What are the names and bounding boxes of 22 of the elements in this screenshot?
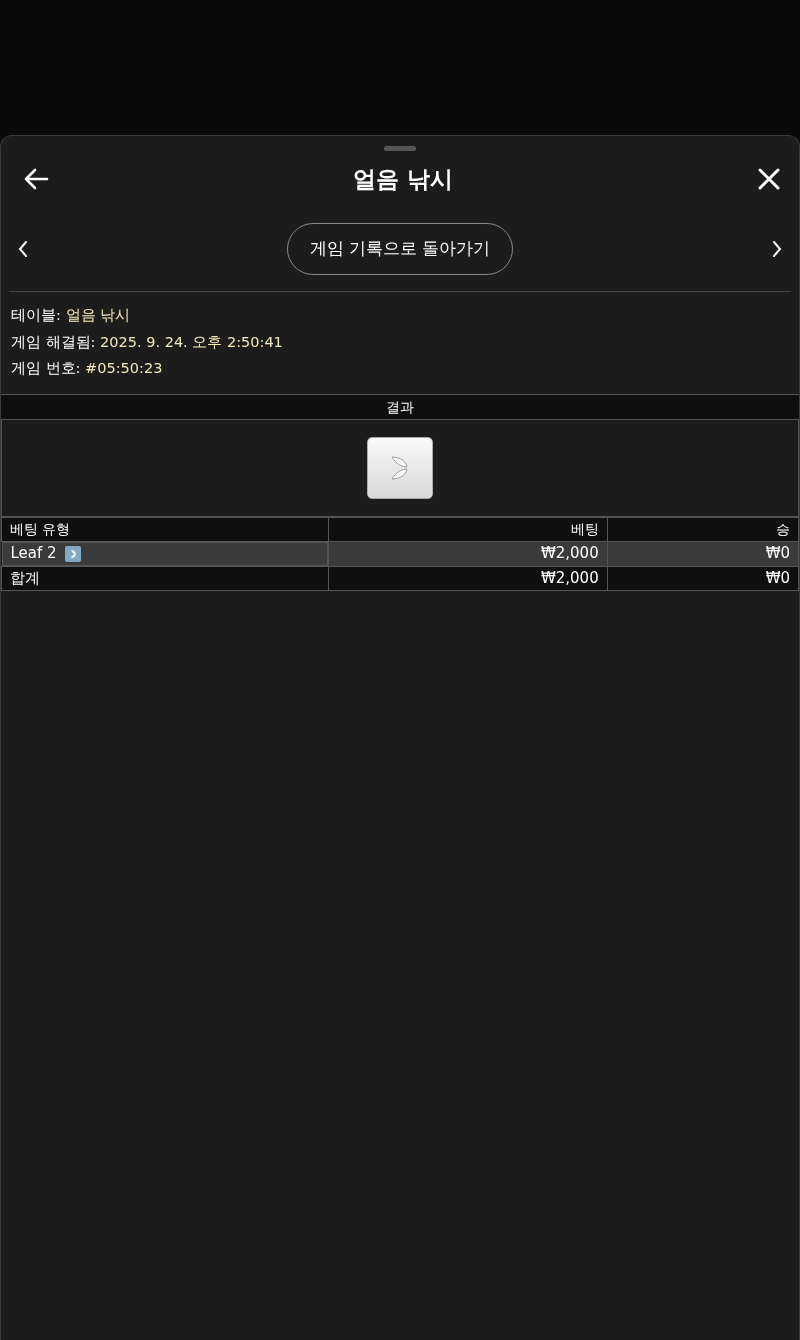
- result-heading: 결과: [1, 393, 799, 419]
- column-header: 베팅 유형: [1, 517, 329, 541]
- column-header: 베팅: [328, 517, 608, 541]
- info-label: 테이블:: [11, 307, 61, 323]
- previous-button[interactable]: [17, 240, 29, 258]
- table-cell: 합계: [1, 566, 329, 590]
- info-value: 2025. 9. 24. 오후 2:50:41: [100, 333, 283, 350]
- close-button[interactable]: [757, 167, 781, 191]
- info-value: 얼음 낚시: [65, 307, 131, 323]
- bet-type-text: Leaf 2: [10, 543, 57, 565]
- drag-handle[interactable]: [384, 146, 416, 151]
- table-cell: ₩0: [607, 566, 799, 590]
- column-header: 승: [607, 517, 799, 541]
- back-button[interactable]: [23, 168, 49, 190]
- table-cell: ₩2,000: [328, 541, 608, 566]
- info-label: 게임 해결됨:: [11, 333, 96, 350]
- next-button[interactable]: [771, 240, 783, 258]
- table-cell: ₩2,000: [328, 566, 608, 590]
- sheet-title: 얼음 낚시: [353, 164, 453, 194]
- info-value: #05:50:23: [85, 360, 163, 376]
- table-cell: ₩0: [607, 541, 799, 566]
- info-label: 게임 번호:: [11, 360, 81, 376]
